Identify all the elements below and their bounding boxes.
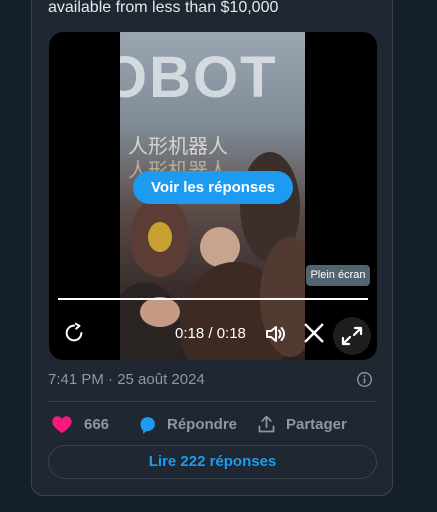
fullscreen-tooltip: Plein écran (306, 265, 370, 286)
like-count: 666 (84, 415, 110, 433)
divider (48, 401, 377, 402)
info-icon (357, 372, 372, 387)
video-sign-text: OBOT (120, 45, 278, 110)
volume-icon (266, 326, 285, 342)
tweet-text: available from less than $10,000 (48, 0, 279, 16)
info-button[interactable] (356, 371, 373, 393)
volume-button[interactable] (263, 322, 287, 351)
like-button[interactable]: 666 (51, 413, 109, 435)
crowd-shape (148, 222, 172, 252)
share-icon (258, 415, 275, 432)
video-time-display: 0:18 / 0:18 (175, 325, 246, 342)
x-logo-button[interactable] (303, 322, 325, 349)
see-replies-button[interactable]: Voir les réponses (133, 171, 293, 204)
replay-button[interactable] (63, 322, 85, 349)
read-replies-button[interactable]: Lire 222 réponses (48, 445, 377, 479)
reply-button[interactable]: Répondre (137, 413, 237, 435)
crowd-shape (200, 227, 240, 267)
share-label: Partager (286, 415, 347, 433)
x-logo-icon (304, 323, 324, 343)
reply-label: Répondre (167, 415, 238, 433)
tweet-timestamp[interactable]: 7:41 PM · 25 août 2024 (48, 371, 205, 388)
heart-icon (52, 416, 72, 434)
fullscreen-button[interactable] (333, 317, 371, 355)
expand-icon (341, 326, 363, 346)
video-progress-bar[interactable] (58, 298, 368, 300)
share-button[interactable]: Partager (256, 413, 347, 435)
comment-icon (140, 416, 155, 434)
crowd-shape (140, 297, 180, 327)
replay-icon (65, 322, 83, 342)
